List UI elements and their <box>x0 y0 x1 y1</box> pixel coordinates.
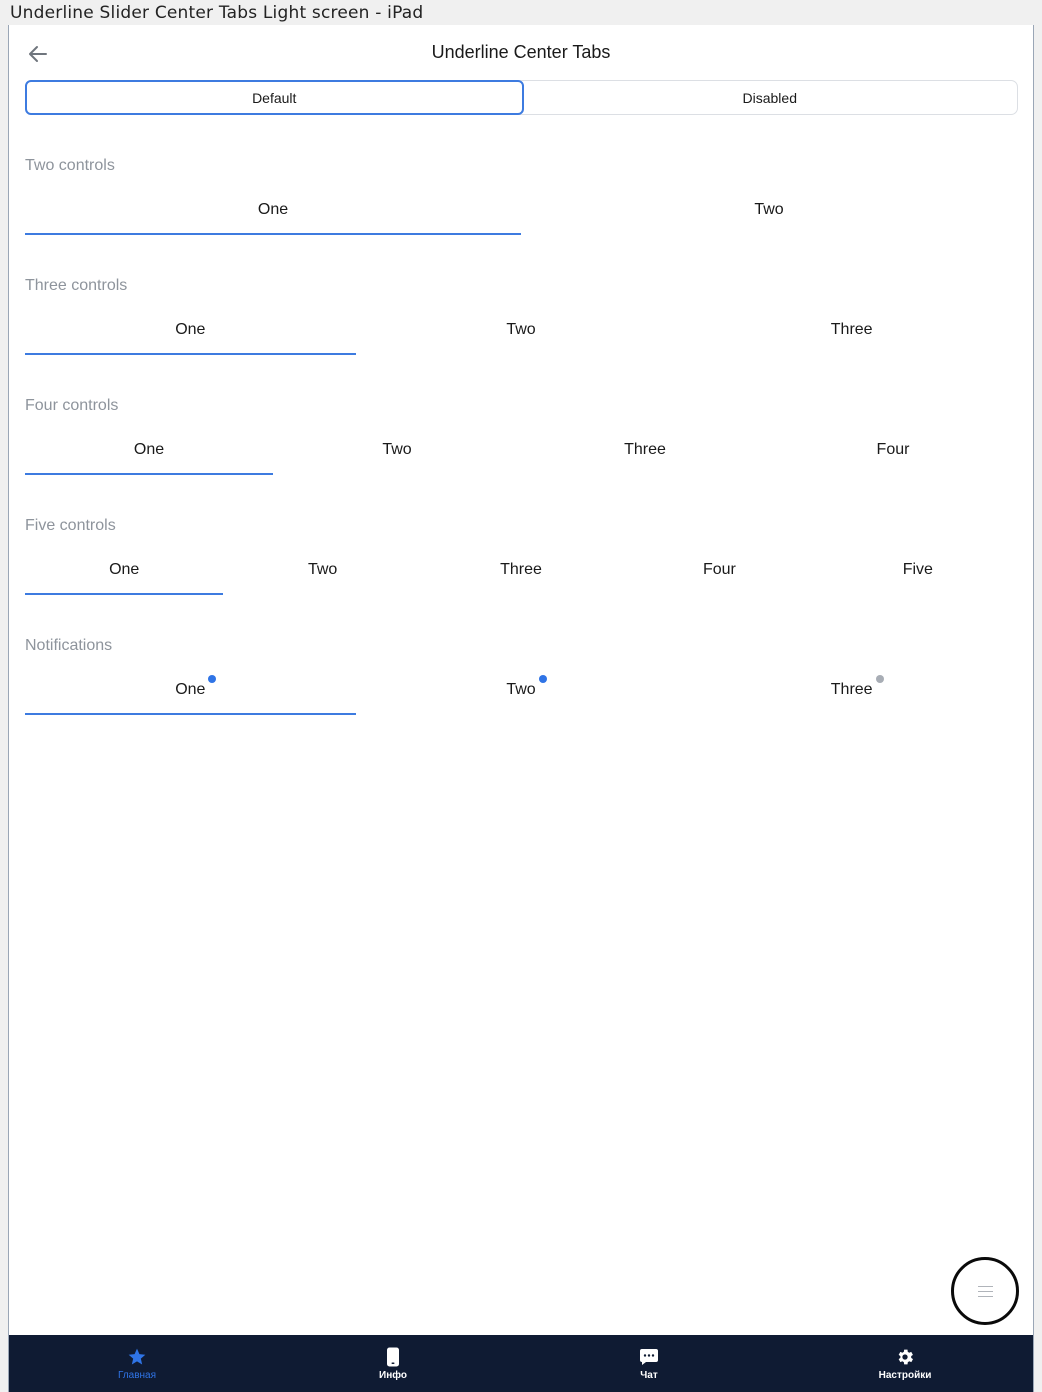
nav-item-settings[interactable]: Настройки <box>777 1335 1033 1392</box>
tabs-five-controls: One Two Three Four Five <box>25 545 1017 595</box>
tab-label: Four <box>702 561 736 578</box>
tab-three[interactable]: Three <box>422 545 620 595</box>
segment-default[interactable]: Default <box>25 80 524 115</box>
window-title: Underline Slider Center Tabs Light scree… <box>10 3 424 23</box>
tabs-notifications: One Two Three <box>25 665 1017 715</box>
nav-label: Чат <box>640 1369 658 1381</box>
nav-label: Настройки <box>878 1369 932 1381</box>
ipad-screen: Underline Center Tabs Default Disabled T… <box>8 25 1034 1392</box>
tab-one[interactable]: One <box>25 665 356 715</box>
page-title: Underline Center Tabs <box>431 42 611 62</box>
tab-label: Three <box>830 321 873 338</box>
tab-label: Two <box>382 441 412 458</box>
tab-four[interactable]: Four <box>620 545 818 595</box>
tabs-two-controls: One Two <box>25 185 1017 235</box>
tab-label: Three <box>624 441 666 458</box>
tab-two[interactable]: Two <box>223 545 421 595</box>
tab-one[interactable]: One <box>25 305 356 355</box>
tab-label: One <box>175 681 206 698</box>
notification-dot <box>208 675 217 683</box>
tabs-four-controls: One Two Three Four <box>25 425 1017 475</box>
tab-label: Two <box>754 201 784 218</box>
notification-dot <box>538 675 547 683</box>
segment-disabled[interactable]: Disabled <box>523 81 1018 114</box>
nav-item-home[interactable]: Главная <box>9 1335 265 1392</box>
tab-three[interactable]: Three <box>686 305 1017 355</box>
chat-icon <box>639 1347 659 1367</box>
segmented-control: Default Disabled <box>25 80 1018 115</box>
tab-label: Two <box>506 321 536 338</box>
nav-item-info[interactable]: Инфо <box>265 1335 521 1392</box>
tab-one[interactable]: One <box>25 545 224 595</box>
tab-label: Two <box>307 561 338 578</box>
tabs-three-controls: One Two Three <box>25 305 1017 355</box>
bottom-nav: Главная Инфо Чат Настройки <box>9 1335 1033 1392</box>
tab-label: One <box>257 201 289 218</box>
tab-label: Four <box>876 441 910 458</box>
tab-three[interactable]: Three <box>521 425 769 475</box>
star-icon <box>127 1347 147 1367</box>
tab-label: Three <box>830 681 873 698</box>
tab-label: One <box>109 561 140 578</box>
tab-two[interactable]: Two <box>356 665 687 715</box>
tab-label: Three <box>500 561 542 578</box>
tab-three[interactable]: Three <box>686 665 1017 715</box>
tab-label: One <box>175 321 206 338</box>
gear-icon <box>895 1347 915 1367</box>
nav-label: Главная <box>117 1369 157 1381</box>
tab-one[interactable]: One <box>25 185 521 235</box>
section-label-three-controls: Three controls <box>25 277 128 294</box>
tab-two[interactable]: Two <box>273 425 521 475</box>
menu-fab-button[interactable] <box>951 1257 1019 1325</box>
section-label-four-controls: Four controls <box>25 397 119 414</box>
section-label-two-controls: Two controls <box>25 157 115 174</box>
tab-one[interactable]: One <box>25 425 273 475</box>
tab-four[interactable]: Four <box>769 425 1017 475</box>
tab-two[interactable]: Two <box>356 305 687 355</box>
phone-icon <box>383 1347 403 1367</box>
tab-label: One <box>133 441 165 458</box>
notification-dot-inactive <box>875 675 884 683</box>
nav-item-chat[interactable]: Чат <box>521 1335 777 1392</box>
section-label-five-controls: Five controls <box>25 517 116 534</box>
nav-label: Инфо <box>379 1369 407 1381</box>
tab-five[interactable]: Five <box>819 545 1017 595</box>
menu-lines-icon <box>977 1285 993 1297</box>
tab-label: Two <box>506 681 536 698</box>
tab-two[interactable]: Two <box>521 185 1017 235</box>
tab-label: Five <box>902 561 933 578</box>
section-label-notifications: Notifications <box>25 637 113 654</box>
